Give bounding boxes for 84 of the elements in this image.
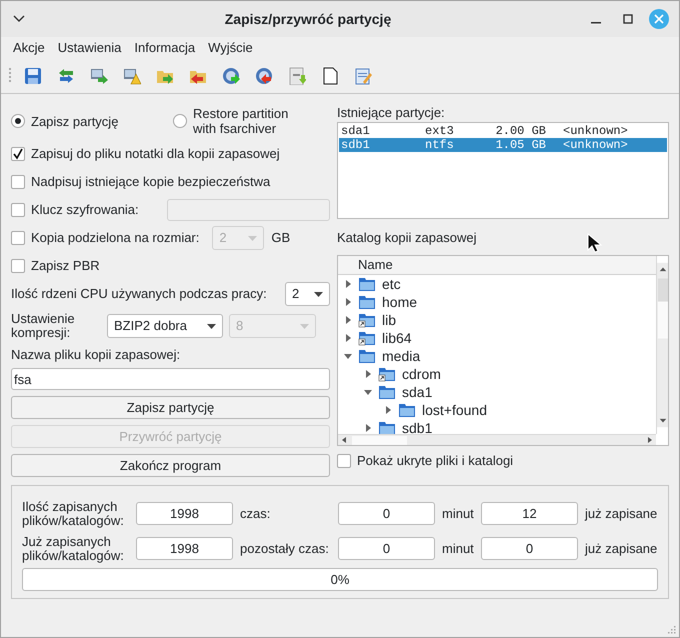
radio-label: Restore partition with fsarchiver <box>193 106 290 136</box>
value-field[interactable]: 0 <box>338 537 435 560</box>
key-field[interactable] <box>167 199 330 221</box>
document-arrow-icon[interactable] <box>288 67 306 85</box>
menu-icon[interactable] <box>13 15 25 23</box>
partition-row[interactable]: sdb1 ntfs 1.05 GB <unknown> <box>339 138 667 152</box>
expand-arrow-icon[interactable] <box>384 406 392 414</box>
checkbox-label: Pokaż ukryte pliki i katalogi <box>357 452 514 470</box>
partitions-label: Istniejące partycje: <box>337 104 445 122</box>
time-label: czas: <box>240 504 272 523</box>
expand-arrow-icon[interactable] <box>344 316 352 324</box>
maximize-icon[interactable] <box>623 14 633 24</box>
checkbox[interactable] <box>11 147 25 161</box>
expand-arrow-icon[interactable] <box>344 298 352 306</box>
radio-button[interactable] <box>11 114 25 128</box>
row-label: Ilość zapisanych plików/katalogów: <box>22 500 125 528</box>
arrows-icon[interactable] <box>57 67 75 85</box>
close-icon[interactable] <box>649 9 669 29</box>
directory-label: Katalog kopii zapasowej <box>337 229 476 248</box>
resize-grip-icon <box>668 626 676 634</box>
checkbox-label: Zapisz PBR <box>31 257 100 276</box>
minutes-label: minut <box>442 540 475 558</box>
monitor-arrow-icon[interactable] <box>90 67 108 85</box>
value-field[interactable]: 1998 <box>136 502 233 525</box>
tree-item[interactable]: lib <box>382 310 396 330</box>
notepad-pencil-icon[interactable] <box>354 67 372 85</box>
checkbox[interactable] <box>11 231 25 245</box>
value-field[interactable]: 0 <box>481 537 578 560</box>
monitor-warning-icon[interactable] <box>123 67 141 85</box>
menu-item[interactable]: Wyjście <box>208 38 253 58</box>
expand-arrow-icon[interactable] <box>344 280 352 288</box>
tree-item[interactable]: etc <box>382 275 401 294</box>
row-label: Już zapisanych plików/katalogów: <box>22 534 125 562</box>
action-button[interactable]: Zakończ program <box>11 454 330 477</box>
partition-list[interactable]: sda1 ext3 2.00 GB <unknown> sdb1 ntfs 1.05 GB <unknown> <box>337 122 669 219</box>
expand-arrow-icon[interactable] <box>364 424 372 432</box>
menu-item[interactable]: Informacja <box>134 38 196 58</box>
caret-icon[interactable] <box>207 324 216 328</box>
collapse-arrow-icon[interactable] <box>364 388 372 396</box>
tree-item[interactable]: home <box>382 292 418 312</box>
mouse-cursor-icon <box>587 233 603 253</box>
checkbox-label: Klucz szyfrowania: <box>31 201 139 220</box>
value-field[interactable]: 1998 <box>136 537 233 560</box>
checkbox-label: Nadpisuj istniejące kopie bezpieczeństwa <box>31 173 270 192</box>
tree-item[interactable]: lib64 <box>382 328 412 348</box>
collapse-arrow-icon[interactable] <box>344 352 352 360</box>
checkbox-label: Kopia podzielona na rozmiar: <box>31 229 200 248</box>
partition-row[interactable]: sda1 ext3 2.00 GB <unknown> <box>339 124 667 138</box>
time-label: pozostały czas: <box>240 540 330 558</box>
status-label: już zapisane <box>585 504 658 523</box>
menu-item[interactable]: Akcje <box>13 38 45 58</box>
checkbox[interactable] <box>11 259 25 273</box>
window-title: Zapisz/przywróć partycję <box>224 10 392 29</box>
status-label: już zapisane <box>585 540 658 558</box>
tree-item[interactable]: lost+found <box>422 400 487 420</box>
action-button[interactable]: Zapisz partycję <box>11 396 330 419</box>
minutes-label: minut <box>442 504 475 523</box>
menu-item[interactable]: Ustawienia <box>58 38 122 58</box>
radio-button[interactable] <box>173 114 187 128</box>
radio-label: Zapisz partycję <box>31 114 118 128</box>
compression-label: Ustawienie kompresji: <box>11 312 76 340</box>
checkbox-label: Zapisuj do pliku notatki dla kopii zapasowej <box>31 145 280 164</box>
compression-dropdown[interactable]: BZIP2 dobra <box>107 314 223 338</box>
tree-item[interactable]: cdrom <box>402 364 441 384</box>
column-header[interactable]: Name <box>338 256 656 275</box>
checkbox[interactable] <box>337 454 351 468</box>
filename-label: Nazwa pliku kopii zapasowej: <box>11 346 180 364</box>
expand-arrow-icon[interactable] <box>344 334 352 342</box>
caret-icon[interactable] <box>314 292 323 296</box>
checkbox[interactable] <box>11 203 25 217</box>
cpu-label: Ilość rdzeni CPU używanych podczas pracy: <box>11 285 267 304</box>
checkbox[interactable] <box>11 175 25 189</box>
value-field[interactable]: 12 <box>481 502 578 525</box>
toolbar-grip-icon <box>9 67 12 85</box>
blank-page-icon[interactable] <box>321 67 339 85</box>
tree-item[interactable]: sda1 <box>402 382 432 402</box>
tree-item[interactable]: sdb1 <box>402 418 432 434</box>
filename-field[interactable]: fsa <box>11 368 330 390</box>
progress-text: 0% <box>330 570 350 589</box>
unit-label: GB <box>271 229 290 248</box>
tree-item[interactable]: media <box>382 346 420 366</box>
expand-arrow-icon[interactable] <box>364 370 372 378</box>
value-field[interactable]: 0 <box>338 502 435 525</box>
cpu-dropdown[interactable]: 2 <box>285 282 330 306</box>
